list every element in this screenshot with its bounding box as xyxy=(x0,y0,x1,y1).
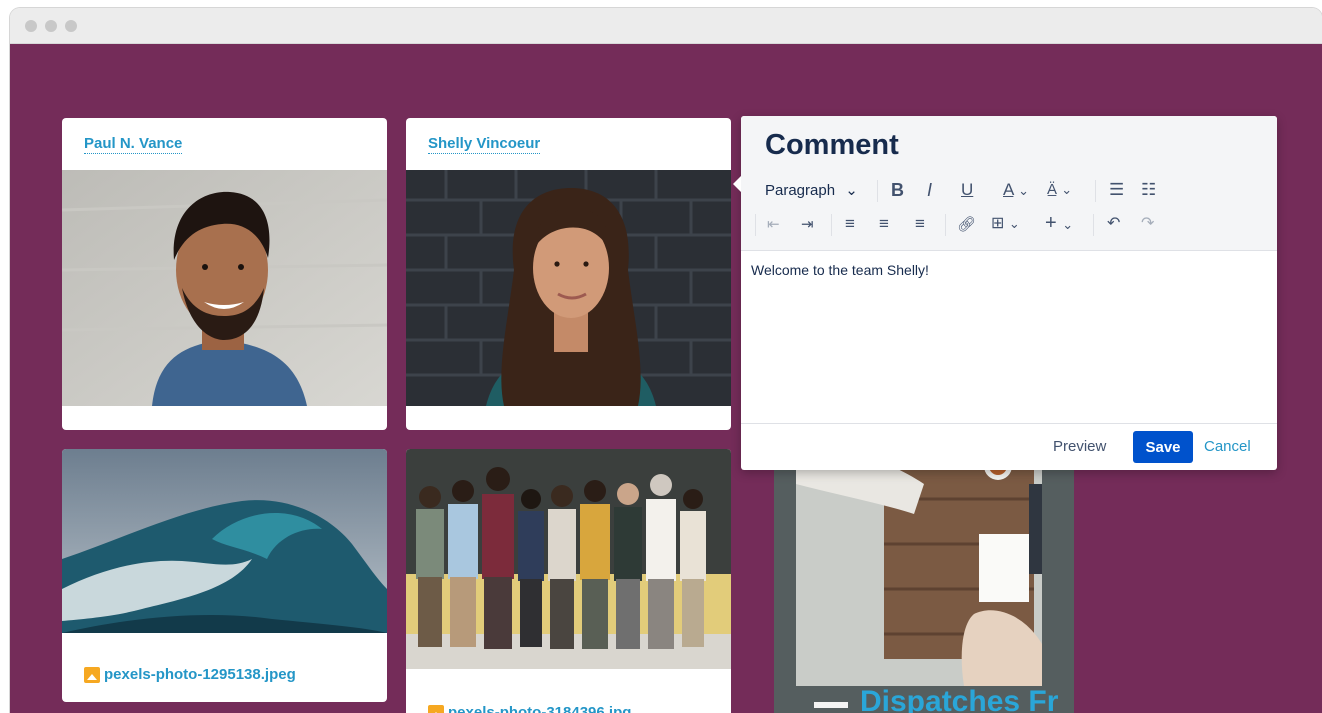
plus-icon: + xyxy=(1045,212,1057,234)
bullet-list-icon[interactable]: ☰ xyxy=(1109,181,1124,199)
team-photo-image xyxy=(406,449,731,669)
file-card-wave: pexels-photo-1295138.jpeg xyxy=(62,449,387,702)
image-file-icon xyxy=(84,666,100,683)
bold-icon[interactable]: B xyxy=(891,181,904,199)
insert-icon[interactable]: + ⌄ xyxy=(1045,212,1074,234)
toolbar-separator xyxy=(755,214,756,236)
profile-photo-image xyxy=(62,170,387,406)
profile-card-shelly: Shelly Vincoeur xyxy=(406,118,731,430)
italic-icon[interactable]: I xyxy=(927,181,932,199)
wave-photo-image xyxy=(62,449,387,633)
image-file-icon xyxy=(428,704,444,713)
cancel-button[interactable]: Cancel xyxy=(1204,438,1251,455)
toolbar-separator xyxy=(877,180,878,202)
profile-photo xyxy=(406,170,731,406)
text-style-icon[interactable]: Ä̲ ⌄ xyxy=(1047,181,1072,199)
file-photo xyxy=(406,449,731,669)
clear-format-icon: Ä̲ xyxy=(1047,181,1058,198)
comment-footer: Preview Save Cancel xyxy=(741,423,1277,471)
preview-button[interactable]: Preview xyxy=(1053,438,1106,455)
chevron-down-icon: ⌄ xyxy=(1062,217,1074,232)
redo-icon[interactable]: ↷ xyxy=(1141,215,1154,233)
chevron-down-icon: ⌄ xyxy=(1018,183,1030,198)
comment-editor-text[interactable]: Welcome to the team Shelly! xyxy=(751,262,929,278)
comment-header: Comment xyxy=(741,116,1277,168)
dispatch-title[interactable]: Dispatches Fr xyxy=(860,685,1058,713)
profile-card-paul: Paul N. Vance xyxy=(62,118,387,430)
text-color-letter: A xyxy=(1003,180,1014,199)
file-link[interactable]: pexels-photo-1295138.jpeg xyxy=(84,666,296,683)
align-right-icon[interactable]: ≡ xyxy=(915,215,925,233)
paragraph-style-label: Paragraph xyxy=(765,182,836,199)
underline-icon[interactable]: U xyxy=(961,181,973,199)
comment-popup: Comment Paragraph ⌄ B I U A ⌄ Ä̲ ⌄ ☰ ☷ ⇤… xyxy=(733,116,1277,471)
table-icon[interactable]: ⊞ ⌄ xyxy=(991,215,1020,233)
profile-name-link[interactable]: Shelly Vincoeur xyxy=(428,135,541,154)
align-center-icon[interactable]: ≡ xyxy=(879,215,889,233)
zoom-window-icon[interactable] xyxy=(65,20,77,32)
page-content: Paul N. Vance Shelly Vincoeur Dispatches… xyxy=(10,44,1322,713)
link-icon[interactable]: 🔗︎ xyxy=(957,216,976,234)
file-name: pexels-photo-3184396.jpg xyxy=(448,704,632,713)
numbered-list-icon[interactable]: ☷ xyxy=(1141,181,1156,199)
file-name: pexels-photo-1295138.jpeg xyxy=(104,666,296,683)
chevron-down-icon: ⌄ xyxy=(845,182,858,199)
chevron-down-icon: ⌄ xyxy=(1061,182,1073,197)
paragraph-style-select[interactable]: Paragraph ⌄ xyxy=(765,182,858,200)
text-color-icon[interactable]: A ⌄ xyxy=(1003,181,1029,200)
profile-photo-image xyxy=(406,170,731,406)
undo-icon[interactable]: ↶ xyxy=(1107,215,1120,233)
save-button[interactable]: Save xyxy=(1133,431,1193,463)
file-link[interactable]: pexels-photo-3184396.jpg xyxy=(428,704,631,713)
align-left-icon[interactable]: ≡ xyxy=(845,215,855,233)
profile-name-link[interactable]: Paul N. Vance xyxy=(84,135,183,154)
close-window-icon[interactable] xyxy=(25,20,37,32)
toolbar-separator xyxy=(1095,180,1096,202)
chevron-down-icon: ⌄ xyxy=(1008,216,1020,231)
indent-icon[interactable]: ⇥ xyxy=(801,216,814,234)
window-titlebar xyxy=(10,8,1322,44)
toolbar-separator xyxy=(831,214,832,236)
browser-window: Paul N. Vance Shelly Vincoeur Dispatches… xyxy=(10,8,1322,713)
toolbar-separator xyxy=(1093,214,1094,236)
table-grid-icon: ⊞ xyxy=(991,215,1005,232)
comment-title: Comment xyxy=(765,129,899,161)
editor-toolbar: Paragraph ⌄ B I U A ⌄ Ä̲ ⌄ ☰ ☷ ⇤ ⇥ ≡ ≡ ≡… xyxy=(741,168,1277,251)
minimize-window-icon[interactable] xyxy=(45,20,57,32)
file-card-team: pexels-photo-3184396.jpg xyxy=(406,449,731,713)
outdent-icon[interactable]: ⇤ xyxy=(767,216,780,234)
file-photo xyxy=(62,449,387,633)
profile-photo xyxy=(62,170,387,406)
toolbar-separator xyxy=(945,214,946,236)
